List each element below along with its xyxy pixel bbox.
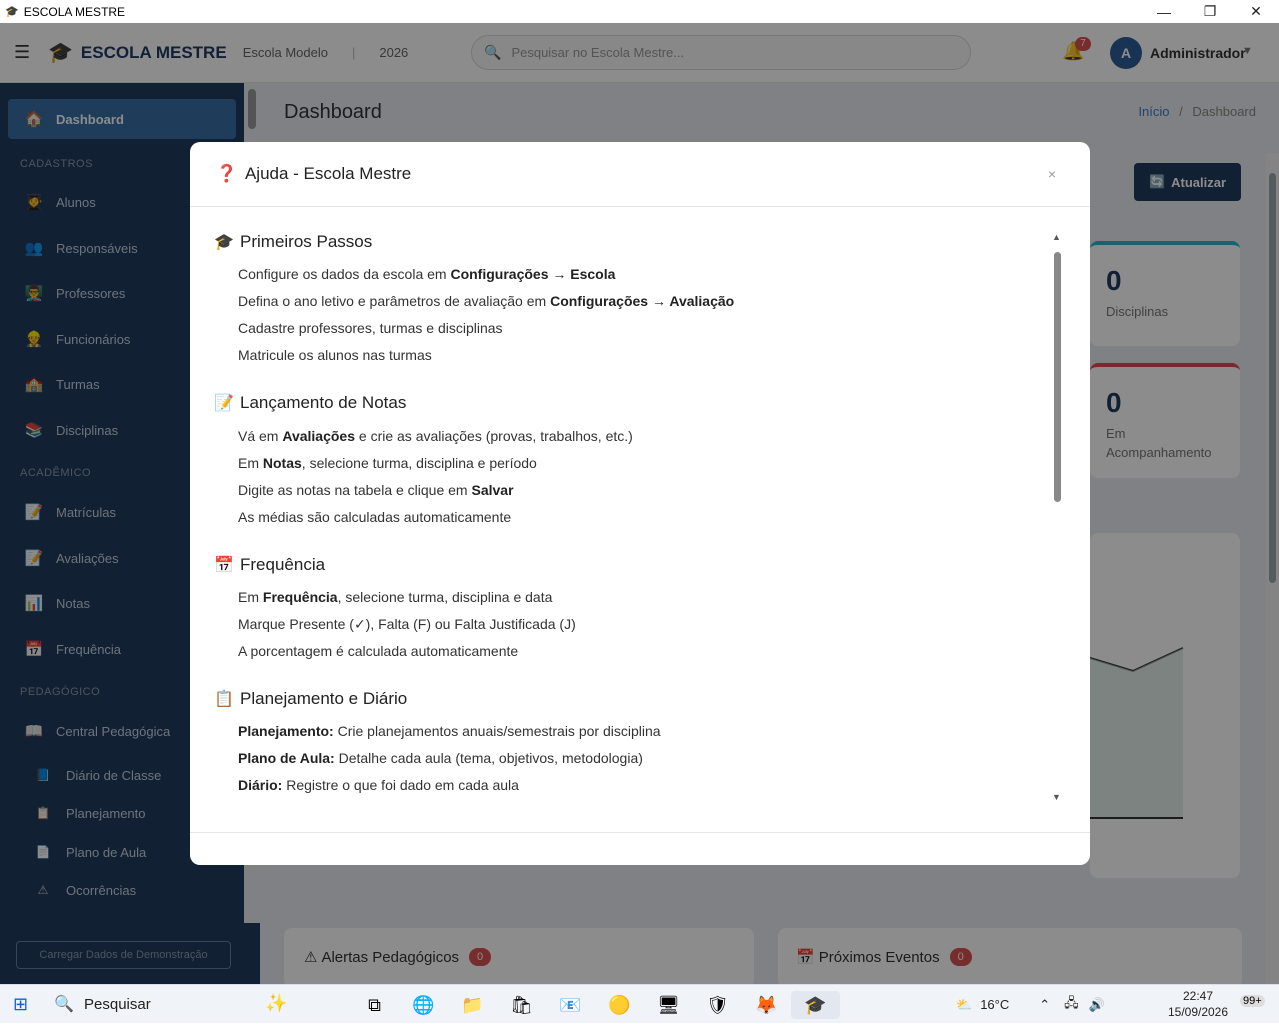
line-text: Em	[238, 589, 263, 605]
line-emphasis: Configurações → Escola	[450, 266, 616, 282]
line-emphasis: Salvar	[471, 482, 514, 498]
system-clock[interactable]: 22:47 15/09/2026	[1158, 988, 1238, 1020]
section-title: Lançamento de Notas	[240, 393, 407, 412]
memo-icon: 📝	[214, 395, 234, 412]
modal-scrollbar[interactable]: ▲ ▼	[1052, 232, 1064, 802]
clipboard-icon: 📋	[214, 691, 234, 708]
graduation-cap-icon: 🎓	[5, 6, 19, 18]
help-line: A porcentagem é calculada automaticament…	[238, 643, 519, 659]
help-line: Planejamento: Crie planejamentos anuais/…	[238, 723, 661, 739]
taskbar: ⊞ 🔍 Pesquisar ✨ ⧉ 🌐 📁 🛍 📧 🟡 🖥 🛡 🦊 🎓 ⛅ 16…	[0, 984, 1279, 1023]
modal-scroll-thumb[interactable]	[1054, 252, 1061, 502]
taskbar-search-label: Pesquisar	[84, 995, 151, 1013]
windows-start-icon[interactable]: ⊞	[13, 994, 28, 1015]
section-frequencia: 📅 Frequência	[214, 555, 325, 575]
store-icon[interactable]: 🛍	[497, 991, 546, 1019]
chevron-up-icon[interactable]: ⌃	[1039, 997, 1050, 1013]
modal-title: ❓ Ajuda - Escola Mestre	[216, 164, 411, 184]
clock-time: 22:47	[1182, 989, 1214, 1003]
section-title: Planejamento e Diário	[240, 689, 408, 708]
line-text: , selecione turma, disciplina e data	[337, 589, 553, 605]
clock-date: 15/09/2026	[1167, 1005, 1229, 1019]
chrome-icon[interactable]: 🟡	[595, 991, 644, 1019]
line-text: Detalhe cada aula (tema, objetivos, meto…	[334, 750, 643, 766]
section-lancamento-notas: 📝 Lançamento de Notas	[214, 393, 406, 413]
question-icon: ❓	[216, 164, 238, 183]
section-title: Frequência	[240, 555, 326, 574]
search-icon: 🔍	[54, 996, 75, 1013]
help-modal: ❓ Ajuda - Escola Mestre × 🎓 Primeiros Pa…	[190, 142, 1090, 865]
network-icon[interactable]: 🖧	[1064, 994, 1079, 1016]
line-text: Digite as notas na tabela e clique em	[238, 482, 472, 498]
minimize-button[interactable]: —	[1141, 0, 1187, 23]
window-title: ESCOLA MESTRE	[23, 4, 126, 19]
scroll-up-icon[interactable]: ▲	[1052, 232, 1061, 242]
edge-icon[interactable]: 🌐	[399, 991, 448, 1019]
line-emphasis: Avaliações	[282, 428, 355, 444]
line-text: e crie as avaliações (provas, trabalhos,…	[355, 428, 633, 444]
section-planejamento: 📋 Planejamento e Diário	[214, 689, 407, 709]
help-line: As médias são calculadas automaticamente	[238, 509, 512, 525]
help-line: Defina o ano letivo e parâmetros de aval…	[238, 293, 734, 309]
help-line: Cadastre professores, turmas e disciplin…	[238, 320, 503, 336]
taskbar-apps: ⧉ 🌐 📁 🛍 📧 🟡 🖥 🛡 🦊 🎓	[350, 991, 840, 1019]
window-titlebar: 🎓 ESCOLA MESTRE — ❐ ✕	[0, 0, 1279, 23]
help-line: Marque Presente (✓), Falta (F) ou Falta …	[238, 616, 576, 632]
help-line: Em Frequência, selecione turma, discipli…	[238, 589, 552, 605]
line-emphasis: Planejamento:	[238, 723, 334, 739]
close-icon[interactable]: ×	[1048, 166, 1056, 182]
section-title: Primeiros Passos	[240, 232, 373, 251]
sparkle-icon[interactable]: ✨	[265, 993, 287, 1014]
modal-footer	[190, 832, 1090, 865]
line-emphasis: Plano de Aula:	[238, 750, 335, 766]
help-line: Vá em Avaliações e crie as avaliações (p…	[238, 428, 633, 444]
volume-icon[interactable]: 🔊	[1089, 997, 1105, 1013]
modal-header: ❓ Ajuda - Escola Mestre ×	[190, 142, 1090, 207]
shield-icon[interactable]: 🛡	[693, 991, 742, 1019]
modal-body: 🎓 Primeiros Passos Configure os dados da…	[190, 208, 1090, 832]
line-text: Registre o que foi dado em cada aula	[282, 777, 519, 793]
line-text: Crie planejamentos anuais/semestrais por…	[333, 723, 661, 739]
line-emphasis: Configurações → Avaliação	[550, 293, 735, 309]
section-primeiros-passos: 🎓 Primeiros Passos	[214, 232, 372, 252]
help-line: Digite as notas na tabela e clique em Sa…	[238, 482, 514, 498]
file-explorer-icon[interactable]: 📁	[448, 991, 497, 1019]
system-tray: ⛅ 16°C ⌃ 🖧 🔊	[956, 985, 1105, 1024]
escola-mestre-taskbar-icon[interactable]: 🎓	[791, 991, 840, 1019]
line-text: Defina o ano letivo e parâmetros de aval…	[238, 293, 551, 309]
line-text: Em	[238, 455, 263, 471]
weather-temp[interactable]: 16°C	[980, 997, 1009, 1012]
task-view-icon[interactable]: ⧉	[350, 991, 399, 1019]
weather-icon[interactable]: ⛅	[956, 997, 972, 1013]
firefox-icon[interactable]: 🦊	[742, 991, 791, 1019]
outlook-icon[interactable]: 📧	[546, 991, 595, 1019]
graduation-cap-icon: 🎓	[214, 234, 234, 251]
calendar-icon: 📅	[214, 557, 234, 574]
line-text: , selecione turma, disciplina e período	[301, 455, 537, 471]
taskbar-search[interactable]: 🔍 Pesquisar	[54, 994, 151, 1014]
line-text: Vá em	[238, 428, 283, 444]
terminal-icon[interactable]: 🖥	[644, 991, 693, 1019]
line-text: Configure os dados da escola em	[238, 266, 451, 282]
restore-button[interactable]: ❐	[1187, 0, 1233, 23]
line-emphasis: Diário:	[238, 777, 283, 793]
help-line: Em Notas, selecione turma, disciplina e …	[238, 455, 537, 471]
help-line: Plano de Aula: Detalhe cada aula (tema, …	[238, 750, 643, 766]
close-window-button[interactable]: ✕	[1233, 0, 1279, 23]
modal-title-text: Ajuda - Escola Mestre	[244, 164, 412, 183]
scroll-down-icon[interactable]: ▼	[1052, 792, 1061, 802]
line-emphasis: Frequência	[262, 589, 338, 605]
line-emphasis: Notas	[262, 455, 302, 471]
help-line: Diário: Registre o que foi dado em cada …	[238, 777, 519, 793]
help-line: Matricule os alunos nas turmas	[238, 347, 432, 363]
notification-center-badge[interactable]: 99+	[1240, 995, 1265, 1007]
help-line: Configure os dados da escola em Configur…	[238, 266, 615, 282]
